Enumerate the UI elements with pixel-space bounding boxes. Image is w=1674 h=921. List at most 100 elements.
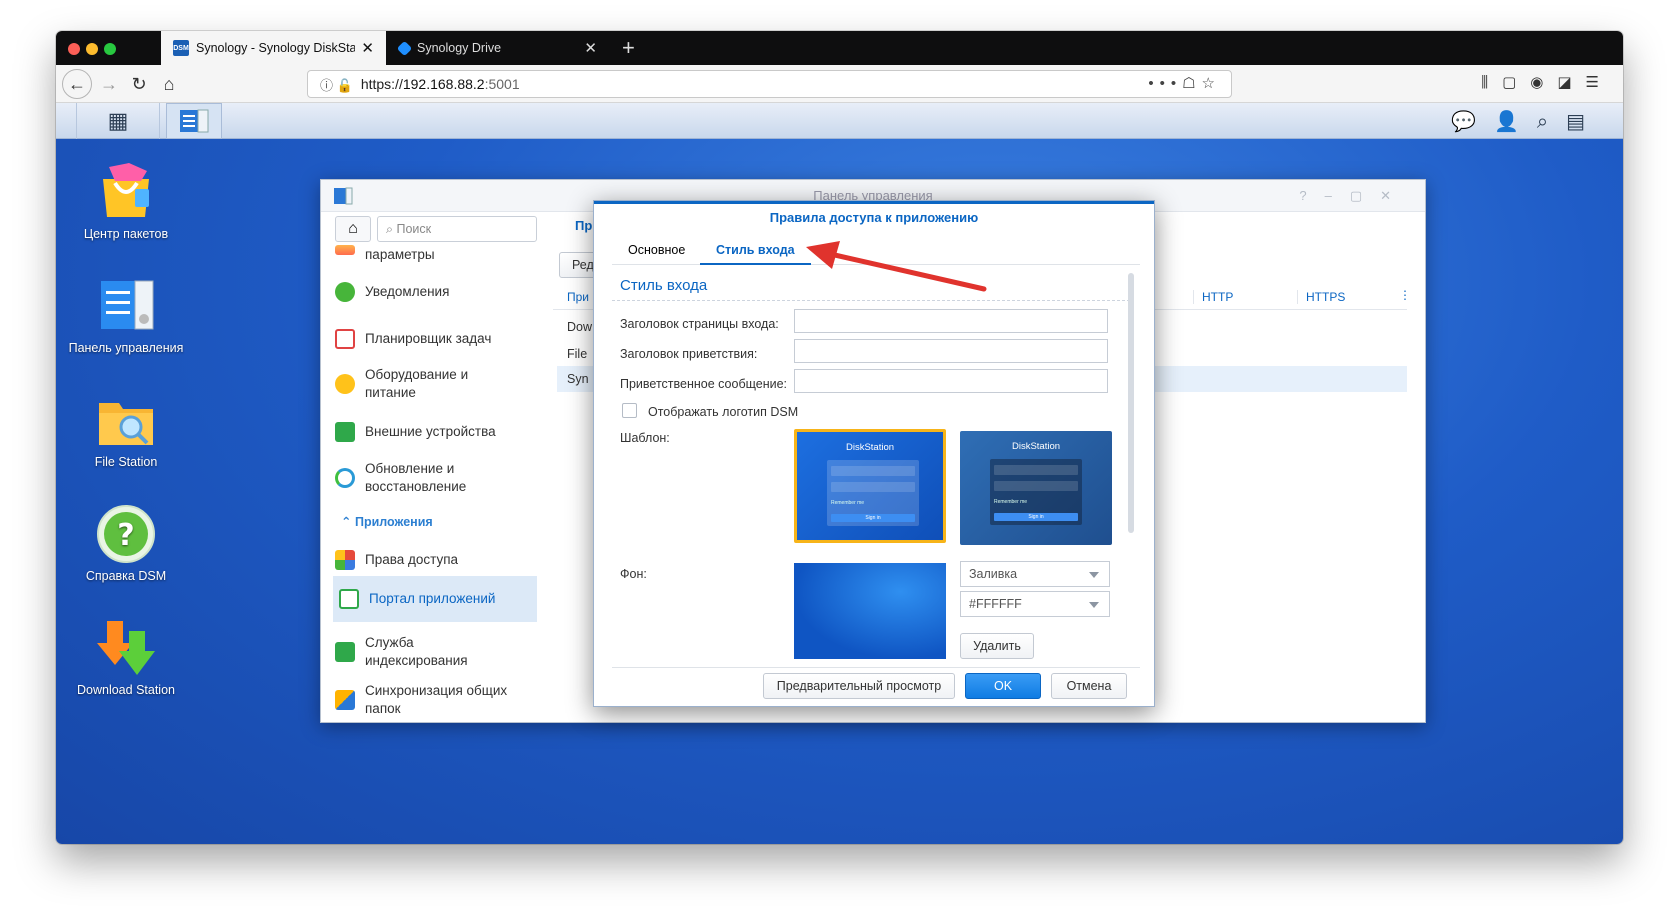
sidebar-item-label: Планировщик задач	[365, 331, 492, 346]
home-icon[interactable]: ⌂	[156, 71, 182, 97]
background-fill-select[interactable]: Заливка	[960, 561, 1110, 587]
reload-icon[interactable]: ↻	[126, 71, 152, 97]
window-buttons[interactable]: ?–▢✕	[1299, 180, 1409, 212]
home-icon[interactable]: ⌂	[335, 216, 371, 242]
tab-label: Synology - Synology DiskStatio	[196, 41, 356, 55]
sidebar-item-privileges[interactable]: Права доступа	[335, 550, 539, 570]
show-logo-checkbox[interactable]	[622, 403, 637, 418]
navigation-bar: ← → ↻ ⌂ ⓘ 🔓 https:// 192.168.88.2 :5001 …	[56, 65, 1623, 103]
desktop-icon-label: Панель управления	[68, 341, 184, 355]
sidebar-section-applications[interactable]: ⌃ Приложения	[341, 514, 433, 529]
toolbar-icons[interactable]: ⫼▢◉◪☰	[1481, 73, 1613, 91]
sidebar-item-label: Служба индексирования	[365, 635, 468, 668]
sidebar-item-label: Синхронизация общих папок	[365, 683, 508, 716]
window-controls	[68, 42, 122, 60]
tab-label: Synology Drive	[417, 41, 502, 55]
table-header-cell[interactable]: При	[567, 290, 589, 304]
cancel-button[interactable]: Отмена	[1051, 673, 1127, 699]
ok-button[interactable]: OK	[965, 673, 1041, 699]
taskbar-right-icons[interactable]: 💬👤⌕▤	[1451, 109, 1603, 134]
template-option-1[interactable]: DiskStation Remember me Sign in	[794, 429, 946, 543]
drive-icon	[396, 40, 413, 56]
preview-button[interactable]: Предварительный просмотр	[763, 673, 955, 699]
column-menu-icon[interactable]: ⋮	[1399, 288, 1411, 302]
minimize-window-icon[interactable]	[86, 43, 98, 55]
widgets-icon[interactable]: ▤	[1566, 111, 1603, 133]
application-portal-icon	[339, 589, 359, 609]
search-placeholder: Поиск	[396, 222, 432, 236]
template-user-field	[994, 465, 1078, 475]
sidebar-item-external-devices[interactable]: Внешние устройства	[335, 422, 539, 442]
zoom-window-icon[interactable]	[104, 43, 116, 55]
login-page-title-input[interactable]	[794, 309, 1108, 333]
hardware-power-icon	[335, 374, 355, 394]
close-window-icon[interactable]	[68, 43, 80, 55]
control-panel-icon	[95, 275, 157, 337]
close-tab-icon[interactable]: ✕	[584, 39, 597, 57]
dialog-scrollbar[interactable]	[1128, 273, 1134, 533]
main-tab-partial[interactable]: Пр	[575, 218, 592, 233]
template-title: DiskStation	[845, 442, 895, 453]
dialog-title: Правила доступа к приложению	[594, 201, 1154, 229]
site-info-icon[interactable]: ⓘ 🔓	[320, 75, 353, 94]
forward-icon[interactable]: →	[96, 71, 122, 97]
chat-icon[interactable]: 💬	[1451, 111, 1494, 133]
background-color-select[interactable]: #FFFFFF	[960, 591, 1110, 617]
template-login-box: Remember me Sign in	[990, 459, 1082, 525]
browser-tab-drive[interactable]: Synology Drive ✕	[387, 31, 609, 65]
notification-icon	[335, 282, 355, 302]
svg-text:?: ?	[117, 518, 134, 553]
table-row[interactable]: Dow	[567, 320, 592, 334]
dsm-help-icon: ?	[95, 503, 157, 565]
tab-general[interactable]: Основное	[612, 235, 701, 265]
sidebar-item-update-restore[interactable]: Обновление и восстановление	[335, 460, 515, 496]
delete-button[interactable]: Удалить	[960, 633, 1034, 659]
welcome-title-input[interactable]	[794, 339, 1108, 363]
url-host: 192.168.88.2	[402, 76, 485, 92]
main-menu-icon[interactable]: ▦	[76, 103, 160, 139]
user-icon[interactable]: 👤	[1494, 111, 1537, 133]
template-option-2[interactable]: DiskStation Remember me Sign in	[960, 431, 1112, 545]
table-row[interactable]: File	[567, 347, 587, 361]
welcome-message-input[interactable]	[794, 369, 1108, 393]
sidebar-item-task-scheduler[interactable]: Планировщик задач	[335, 329, 539, 349]
update-restore-icon	[335, 468, 355, 488]
back-icon[interactable]: ←	[62, 69, 92, 99]
sidebar-item-indexing[interactable]: Служба индексирования	[335, 634, 515, 670]
template-user-field	[831, 466, 915, 476]
dialog-footer	[612, 667, 1140, 668]
control-panel-sidebar: ⌂ ⌕ Поиск параметры Уведомления Планиров…	[329, 216, 543, 716]
template-remember: Remember me	[831, 500, 865, 506]
tab-login-style[interactable]: Стиль входа	[700, 235, 811, 265]
sidebar-item-shared-folder-sync[interactable]: Синхронизация общих папок	[335, 682, 539, 716]
desktop-icon-dsm-help[interactable]: ? Справка DSM	[56, 503, 196, 583]
sidebar-item-label: Портал приложений	[369, 591, 496, 606]
shared-folder-sync-icon	[335, 690, 355, 710]
column-http[interactable]: HTTP	[1193, 290, 1233, 304]
sidebar-item-application-portal[interactable]: Портал приложений	[333, 576, 537, 622]
task-scheduler-icon	[335, 329, 355, 349]
control-panel-task-icon[interactable]	[166, 103, 222, 139]
external-devices-icon	[335, 422, 355, 442]
column-https[interactable]: HTTPS	[1297, 290, 1345, 304]
sidebar-item-regional[interactable]: параметры	[335, 245, 539, 264]
address-bar[interactable]: ⓘ 🔓 https:// 192.168.88.2 :5001 •••☖☆	[307, 70, 1232, 98]
new-tab-icon[interactable]: +	[622, 35, 635, 61]
browser-tab-dsm[interactable]: DSM Synology - Synology DiskStatio ✕	[161, 31, 386, 65]
sidebar-item-notifications[interactable]: Уведомления	[335, 282, 539, 302]
desktop-icon-download-station[interactable]: Download Station	[56, 617, 196, 697]
desktop-icon-package-center[interactable]: Центр пакетов	[56, 161, 196, 241]
sidebar-item-label: Внешние устройства	[365, 424, 496, 439]
url-scheme: https://	[360, 76, 403, 92]
sidebar-item-hardware[interactable]: Оборудование и питание	[335, 366, 515, 402]
search-icon[interactable]: ⌕	[1537, 111, 1566, 133]
desktop-icon-file-station[interactable]: File Station	[56, 389, 196, 469]
regional-options-icon	[335, 245, 355, 255]
background-label: Фон:	[620, 567, 647, 581]
desktop-icon-label: File Station	[94, 455, 158, 469]
close-tab-icon[interactable]: ✕	[361, 39, 374, 57]
template-password-field	[831, 482, 915, 492]
search-input[interactable]: ⌕ Поиск	[377, 216, 537, 242]
desktop-icon-control-panel[interactable]: Панель управления	[56, 275, 196, 355]
page-actions-icon[interactable]: •••☖☆	[1148, 74, 1221, 92]
